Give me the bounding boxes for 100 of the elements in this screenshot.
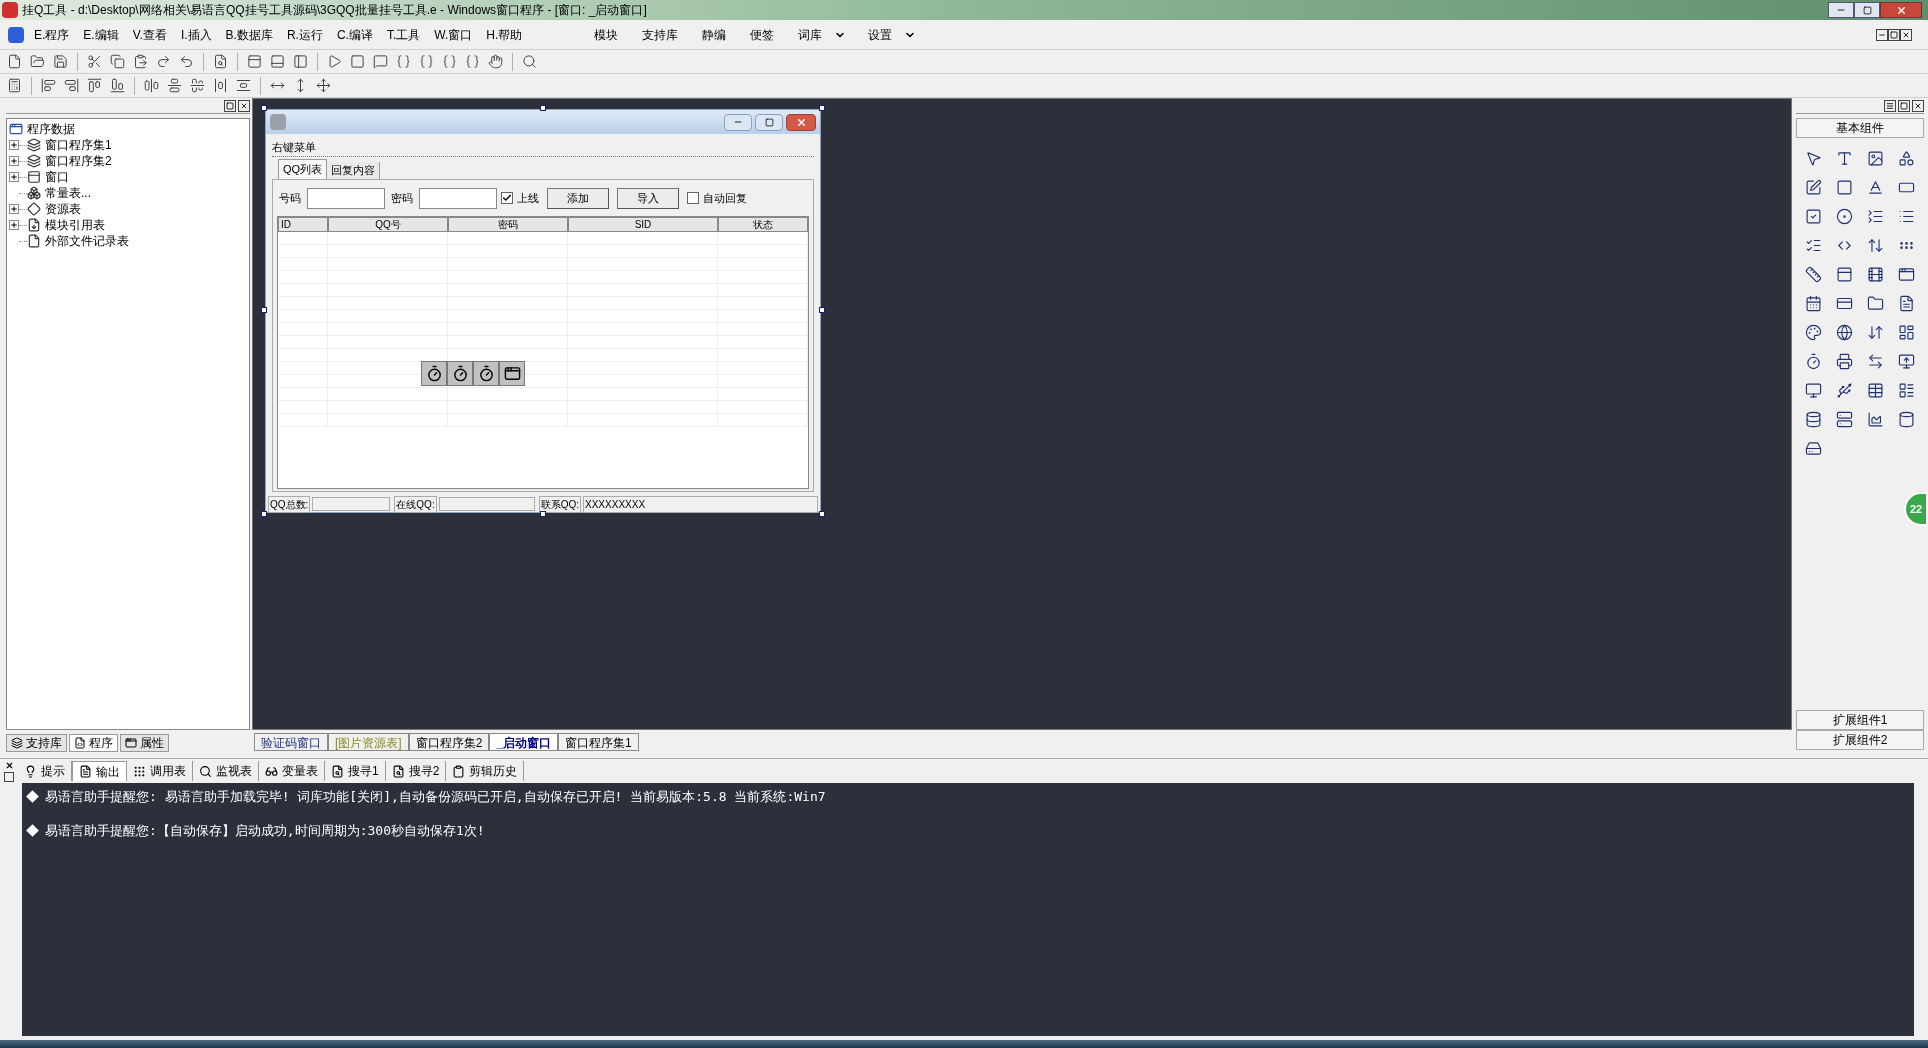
close-button[interactable]: [4, 760, 14, 770]
table-icon[interactable]: [1867, 381, 1884, 399]
restore-button[interactable]: [1898, 99, 1910, 112]
close-button[interactable]: [1900, 28, 1912, 41]
checkbox[interactable]: [501, 192, 513, 204]
database-icon[interactable]: [1805, 410, 1822, 428]
drive-icon[interactable]: [1805, 439, 1822, 457]
restore-button[interactable]: [224, 99, 236, 112]
film-icon[interactable]: [1867, 265, 1884, 283]
close-button[interactable]: [238, 99, 250, 112]
tree-item[interactable]: 外部文件记录表: [45, 232, 129, 250]
resize-handle[interactable]: [261, 511, 267, 517]
resize-handle[interactable]: [540, 511, 546, 517]
server-icon[interactable]: [1836, 410, 1853, 428]
timer-component[interactable]: [473, 361, 499, 386]
spin-icon[interactable]: [1867, 323, 1884, 341]
form-tab[interactable]: 回复内容: [327, 162, 381, 179]
radio-icon[interactable]: [1836, 207, 1853, 225]
menu-button[interactable]: [1884, 99, 1896, 112]
panel-tab[interactable]: 属性: [120, 734, 169, 752]
document-tab[interactable]: 窗口程序集2: [408, 733, 490, 751]
menu-item[interactable]: C.编译: [332, 25, 377, 44]
tree-item[interactable]: 窗口: [45, 168, 69, 186]
resize-handle[interactable]: [819, 105, 825, 111]
output-tab[interactable]: 监视表: [193, 761, 259, 781]
close-button[interactable]: [1912, 99, 1924, 112]
calendar-icon[interactable]: [1805, 294, 1822, 312]
timer-icon[interactable]: [1805, 352, 1822, 370]
checkbox-icon[interactable]: [1805, 207, 1822, 225]
menu-item[interactable]: E.程序: [30, 25, 74, 44]
tree-item[interactable]: 程序数据: [27, 120, 75, 138]
form-button[interactable]: 添加: [547, 187, 609, 209]
panel-icon[interactable]: [1836, 265, 1853, 283]
input-field[interactable]: [419, 187, 497, 209]
window-component[interactable]: [499, 361, 525, 386]
palette-group-button[interactable]: 扩展组件2: [1796, 730, 1924, 750]
output-tab[interactable]: 调用表: [127, 761, 193, 781]
dashboard-icon[interactable]: [1898, 323, 1915, 341]
expand-toggle[interactable]: [9, 220, 19, 230]
form-tab[interactable]: QQ列表: [278, 159, 328, 179]
menu-item[interactable]: V.查看: [128, 25, 171, 44]
restore-button[interactable]: [4, 772, 14, 782]
tree-item[interactable]: 常量表...: [45, 184, 91, 202]
monitor-up-icon[interactable]: [1898, 352, 1915, 370]
edit-icon[interactable]: [1805, 178, 1822, 196]
maximize-button[interactable]: [755, 113, 783, 131]
folder-icon[interactable]: [1867, 294, 1884, 312]
window-icon[interactable]: [1898, 265, 1915, 283]
resize-handle[interactable]: [819, 511, 825, 517]
menu-item[interactable]: I.插入: [176, 25, 216, 44]
column-header[interactable]: SID: [568, 217, 718, 232]
document-tab[interactable]: 验证码窗口: [254, 733, 328, 751]
timer-component[interactable]: [421, 361, 447, 386]
expand-toggle[interactable]: [9, 156, 19, 166]
tree-item[interactable]: 模块引用表: [45, 216, 105, 234]
column-header[interactable]: ID: [278, 217, 328, 232]
text-icon[interactable]: [1836, 149, 1853, 167]
minimize-button[interactable]: [1828, 2, 1854, 18]
document-tab[interactable]: _启动窗口: [489, 733, 559, 751]
menu-item[interactable]: B.数据库: [221, 25, 277, 44]
letter-icon[interactable]: [1867, 178, 1884, 196]
palette-icon[interactable]: [1805, 323, 1822, 341]
resize-handle[interactable]: [819, 307, 825, 313]
menu-item[interactable]: R.运行: [282, 25, 327, 44]
menu-item[interactable]: 支持库: [640, 25, 681, 44]
transfer-icon[interactable]: [1867, 352, 1884, 370]
list-collapse-icon[interactable]: [1867, 207, 1884, 225]
printer-icon[interactable]: [1836, 352, 1853, 370]
menu-item[interactable]: W.窗口: [430, 25, 477, 44]
minimize-button[interactable]: [1876, 28, 1888, 41]
usb-icon[interactable]: [1836, 381, 1853, 399]
square-icon[interactable]: [1836, 178, 1853, 196]
timer-component[interactable]: [447, 361, 473, 386]
restore-button[interactable]: [1888, 28, 1900, 41]
shapes-icon[interactable]: [1898, 149, 1915, 167]
monitor-icon[interactable]: [1805, 381, 1822, 399]
menu-item[interactable]: E.编辑: [79, 25, 123, 44]
up-down-icon[interactable]: [1867, 236, 1884, 254]
menu-item[interactable]: 静编: [700, 25, 729, 44]
pointer-icon[interactable]: [1805, 149, 1822, 167]
panel-tab[interactable]: 支持库: [6, 734, 67, 752]
form-button[interactable]: 导入: [617, 187, 679, 209]
image-icon[interactable]: [1867, 149, 1884, 167]
checkbox[interactable]: [687, 192, 699, 204]
expand-toggle[interactable]: [9, 140, 19, 150]
resize-handle[interactable]: [540, 105, 546, 111]
tree-item[interactable]: 窗口程序集1: [45, 136, 112, 154]
chart-icon[interactable]: [1867, 410, 1884, 428]
output-tab[interactable]: 输出: [72, 761, 127, 781]
layout-list-icon[interactable]: [1898, 381, 1915, 399]
cylinder-icon[interactable]: [1898, 410, 1915, 428]
output-tab[interactable]: 搜寻1: [325, 761, 386, 781]
tree-item[interactable]: 资源表: [45, 200, 81, 218]
resize-handle[interactable]: [261, 307, 267, 313]
palette-header-button[interactable]: 基本组件: [1796, 118, 1924, 138]
column-header[interactable]: 状态: [718, 217, 808, 232]
panel-tab[interactable]: 程序: [69, 734, 118, 752]
menu-item[interactable]: H.帮助: [482, 25, 527, 44]
menu-item[interactable]: 模块: [592, 25, 621, 44]
output-tab[interactable]: 剪辑历史: [446, 761, 525, 781]
